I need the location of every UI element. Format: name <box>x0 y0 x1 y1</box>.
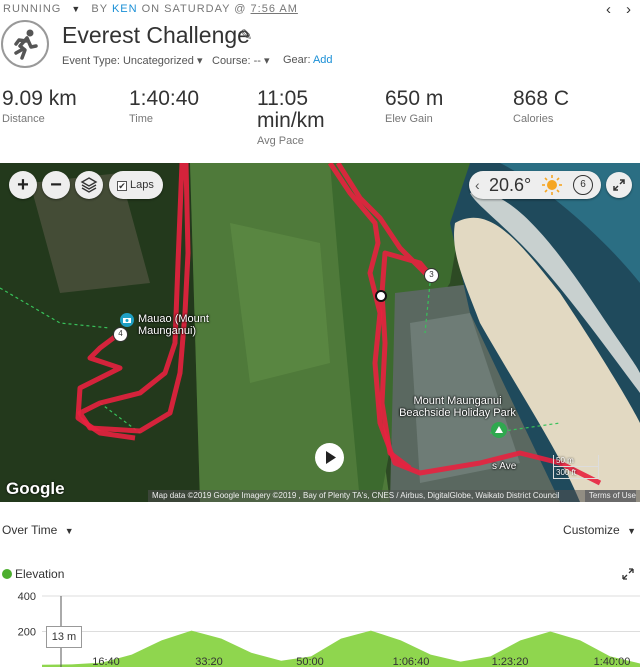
stat-label: Time <box>129 113 154 125</box>
camera-poi-icon[interactable] <box>120 313 134 327</box>
activity-time[interactable]: 7:56 AM <box>251 3 298 15</box>
elevation-legend-dot <box>2 569 12 579</box>
laps-label: Laps <box>130 179 154 191</box>
layers-button[interactable] <box>75 171 103 199</box>
x-tick-label: 16:40 <box>92 656 120 667</box>
stat-label: Avg Pace <box>257 135 304 147</box>
fullscreen-button[interactable] <box>606 172 632 198</box>
stat-value: 9.09 km <box>2 87 77 110</box>
over-time-label: Over Time <box>2 523 58 537</box>
chevron-down-icon: ▾ <box>263 55 270 67</box>
gear-field: Gear: Add <box>283 54 333 66</box>
course-value: -- <box>253 55 261 67</box>
event-type-select[interactable]: Event Type: Uncategorized ▾ <box>62 54 202 67</box>
event-type-label: Event Type: <box>62 55 120 67</box>
y-tick-label: 400 <box>18 591 36 603</box>
laps-toggle[interactable]: ✔ Laps <box>109 171 163 199</box>
stat-time: 1:40:40 Time <box>129 87 200 126</box>
course-label: Course: <box>212 55 251 67</box>
activity-type-label: RUNNING <box>3 3 62 15</box>
route-map[interactable]: + − ✔ Laps ‹ 20.6° 6 Mauao (Mount Maunga… <box>0 163 640 502</box>
wind-speed-icon: 6 <box>573 175 593 195</box>
previous-activity-icon[interactable]: ‹ <box>606 1 612 18</box>
edit-pencil-icon[interactable]: ✎ <box>240 26 253 44</box>
stat-value: 650 m <box>385 87 444 110</box>
activity-meta: RUNNING ▼ BY KEN ON SATURDAY @ 7:56 AM <box>3 3 298 15</box>
stat-elev-gain: 650 m Elev Gain <box>385 87 444 126</box>
expand-chart-icon[interactable] <box>622 568 634 580</box>
laps-checkbox[interactable]: ✔ <box>117 181 127 191</box>
stat-label: Elev Gain <box>385 113 433 125</box>
chevron-left-icon[interactable]: ‹ <box>475 171 480 199</box>
stat-value: 1:40:40 <box>129 87 200 110</box>
poi-label-text: Mauao (Mount Maunganui) <box>138 313 209 337</box>
park-label: Mount Maunganui Beachside Holiday Park <box>399 395 516 419</box>
chevron-down-icon: ▼ <box>64 526 74 536</box>
chart-tooltip: 13 m <box>46 626 82 648</box>
running-activity-icon <box>1 20 49 68</box>
play-icon <box>326 451 336 464</box>
scale-meters: 50 m <box>553 455 599 467</box>
x-tick-label: 1:23:20 <box>492 656 529 667</box>
elevation-chart[interactable]: 400 200 16:40 33:20 50:00 1:06:40 1:23:20 1:40:… <box>0 585 640 667</box>
stat-value: 868 C <box>513 87 570 110</box>
stat-calories: 868 C Calories <box>513 87 570 126</box>
lap-marker-3[interactable]: 3 <box>424 268 439 283</box>
user-link[interactable]: KEN <box>112 3 138 15</box>
activity-type-dropdown-icon[interactable]: ▼ <box>71 4 81 14</box>
elevation-area-series <box>42 630 640 667</box>
terms-link[interactable]: Terms of Use <box>584 490 636 502</box>
activity-day: ON SATURDAY @ <box>141 3 247 15</box>
scale-feet: 300 ft <box>553 467 599 479</box>
x-tick-label: 1:40:00 <box>594 656 631 667</box>
stat-label: Calories <box>513 113 554 125</box>
poi-label-mauao: Mauao (Mount Maunganui) <box>138 313 218 337</box>
chevron-down-icon: ▾ <box>196 55 203 67</box>
google-logo: Google <box>6 479 65 498</box>
street-label: s Ave <box>492 461 517 472</box>
temperature-value: 20.6° <box>489 175 532 195</box>
fullscreen-icon <box>613 179 625 191</box>
lap-marker-4[interactable]: 4 <box>113 327 128 342</box>
stat-avg-pace: 11:05 min/km Avg Pace <box>257 87 325 148</box>
map-attribution: Map data ©2019 Google Imagery ©2019 , Ba… <box>148 490 640 502</box>
customize-label: Customize <box>563 523 620 537</box>
customize-dropdown[interactable]: Customize ▼ <box>563 523 636 537</box>
layers-icon <box>80 177 98 193</box>
over-time-dropdown[interactable]: Over Time ▼ <box>2 523 74 537</box>
zoom-out-button[interactable]: − <box>42 171 70 199</box>
play-route-button[interactable] <box>315 443 344 472</box>
legend-label: Elevation <box>15 567 65 581</box>
x-tick-label: 50:00 <box>296 656 324 667</box>
chevron-down-icon: ▼ <box>627 526 636 536</box>
attribution-text: Map data ©2019 Google Imagery ©2019 , Ba… <box>152 491 560 500</box>
top-bar: RUNNING ▼ BY KEN ON SATURDAY @ 7:56 AM ‹… <box>0 0 640 20</box>
activity-title: Everest Challenge <box>62 22 250 48</box>
zoom-in-button[interactable]: + <box>9 171 37 199</box>
stat-value: 11:05 min/km <box>257 87 325 132</box>
y-tick-label: 200 <box>18 627 36 639</box>
weather-panel: ‹ 20.6° 6 <box>469 171 601 199</box>
chart-legend[interactable]: Elevation <box>2 567 64 581</box>
x-tick-label: 33:20 <box>195 656 223 667</box>
campground-icon[interactable] <box>491 422 507 438</box>
x-tick-label: 1:06:40 <box>393 656 430 667</box>
next-activity-icon[interactable]: › <box>626 1 632 18</box>
by-prefix: BY <box>91 3 108 15</box>
stat-label: Distance <box>2 113 45 125</box>
gear-label: Gear: <box>283 54 311 66</box>
event-type-value: Uncategorized <box>122 55 194 67</box>
stat-distance: 9.09 km Distance <box>2 87 77 126</box>
sun-icon <box>542 175 562 195</box>
course-select[interactable]: Course: -- ▾ <box>212 54 270 67</box>
add-gear-link[interactable]: Add <box>313 54 333 66</box>
